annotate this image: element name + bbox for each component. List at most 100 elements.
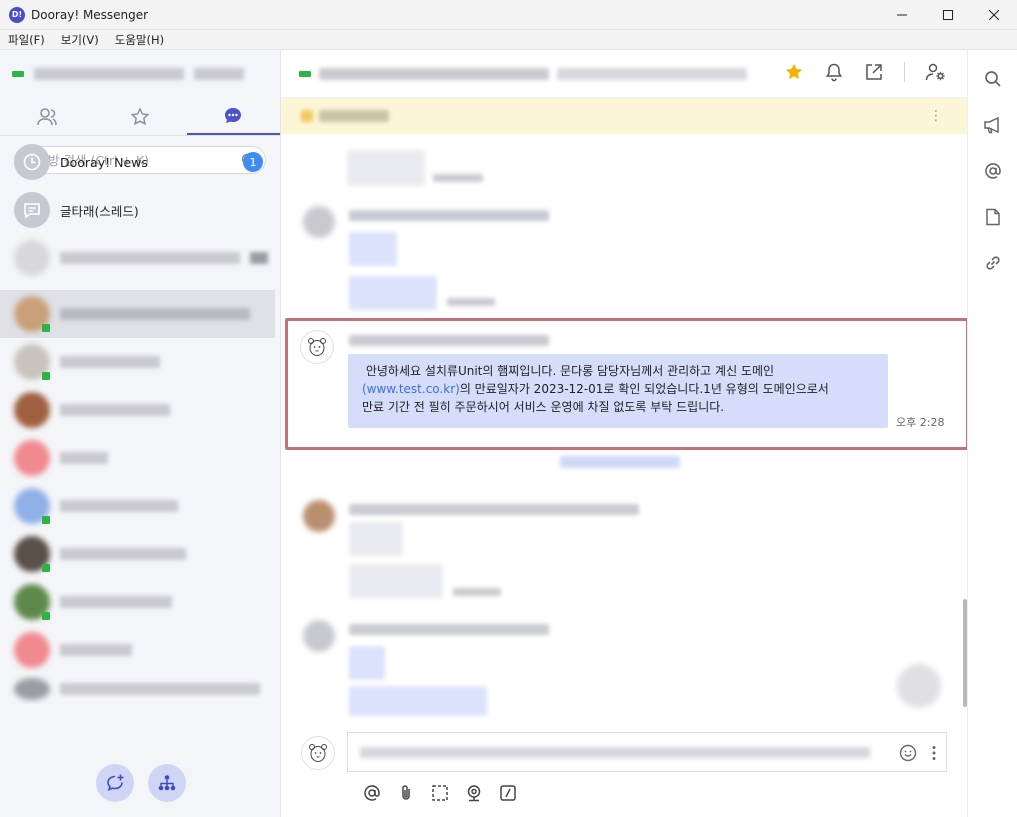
tab-chats[interactable]: [186, 98, 280, 135]
paperclip-icon: [402, 785, 410, 800]
video-call-button[interactable]: [463, 782, 485, 804]
header-divider: [904, 62, 905, 82]
message-time: 오후 2:28: [896, 416, 945, 429]
announcement-button[interactable]: [980, 112, 1006, 138]
menu-help[interactable]: 도움말(H): [115, 32, 164, 48]
thread-avatar: [14, 192, 50, 228]
conversation-meta-redacted: [250, 252, 268, 264]
screen-capture-button[interactable]: [429, 782, 451, 804]
conversation-name-redacted: [60, 404, 170, 416]
clock-icon: [23, 153, 41, 171]
member-settings-icon[interactable]: [925, 62, 947, 82]
menu-file[interactable]: 파일(F): [8, 32, 45, 48]
message-line-2: (www.test.co.kr)의 만료일자가 2023-12-01로 확인 되…: [362, 380, 874, 398]
avatar: [303, 500, 335, 532]
attach-button[interactable]: [395, 782, 417, 804]
avatar: [14, 440, 50, 476]
message-time-redacted: [453, 588, 501, 596]
message-line-1: 안녕하세요 설치류Unit의 햄찌입니다. 문다롱 담당자님께서 관리하고 계신…: [362, 362, 874, 380]
maximize-button[interactable]: [925, 0, 971, 30]
menu-view[interactable]: 보기(V): [61, 32, 99, 48]
conversation-redacted[interactable]: [0, 234, 281, 282]
online-indicator: [42, 612, 50, 620]
sender-name-redacted: [349, 624, 549, 635]
scroll-to-bottom-button[interactable]: [897, 664, 941, 708]
chat-subtitle-redacted: [557, 67, 747, 80]
window-title: Dooray! Messenger: [31, 7, 149, 22]
conversation-redacted[interactable]: [0, 530, 281, 578]
search-messages-button[interactable]: [980, 66, 1006, 92]
files-button[interactable]: [980, 204, 1006, 230]
mention-button[interactable]: [361, 782, 383, 804]
conversation-selected[interactable]: [0, 290, 275, 338]
star-outline-icon: [130, 106, 150, 125]
message-bubble: [347, 150, 425, 186]
conversation-redacted[interactable]: [0, 578, 281, 626]
chat-header: [281, 50, 967, 98]
capture-icon: [432, 785, 448, 801]
slash-command-button[interactable]: [497, 782, 519, 804]
avatar: [303, 206, 335, 238]
presence-indicator: [299, 70, 311, 77]
composer: [281, 724, 967, 817]
my-avatar: [301, 736, 335, 770]
conversation-redacted[interactable]: [0, 386, 281, 434]
avatar: [14, 632, 50, 668]
tab-members[interactable]: [0, 98, 93, 135]
more-vertical-icon[interactable]: [930, 743, 938, 763]
org-chart-button[interactable]: [147, 764, 186, 802]
conversation-threads[interactable]: 글타래(스레드): [0, 186, 281, 234]
emoji-icon[interactable]: [898, 743, 918, 763]
people-icon: [36, 107, 57, 125]
message-time-redacted: [447, 298, 495, 306]
conversation-redacted[interactable]: [0, 434, 281, 482]
sender-avatar: [300, 330, 334, 364]
message-text: 의 만료일자가 2023-12-01로 확인 되었습니다.1년 유형의 도메인으…: [459, 382, 829, 396]
conversation-name: 글타래(스레드): [60, 203, 139, 219]
unread-badge: 1: [243, 152, 263, 172]
conversation-redacted[interactable]: [0, 626, 281, 674]
notice-text-redacted: [319, 110, 389, 122]
links-button[interactable]: [980, 250, 1006, 276]
domain-link[interactable]: (www.test.co.kr): [362, 382, 460, 396]
new-chat-button[interactable]: [95, 764, 134, 802]
message-bubble: [349, 564, 443, 598]
conversation-name-redacted: [60, 644, 132, 656]
avatar: [303, 620, 335, 652]
message-input-box[interactable]: [347, 732, 947, 772]
megaphone-icon: [983, 116, 999, 134]
profile-header[interactable]: [0, 50, 280, 98]
conversation-name-redacted: [60, 452, 108, 464]
mentions-button[interactable]: [980, 158, 1006, 184]
pinned-notice[interactable]: ⋮: [281, 98, 967, 134]
star-filled-icon[interactable]: [784, 62, 804, 82]
bell-icon[interactable]: [824, 62, 844, 82]
more-vertical-icon[interactable]: ⋮: [929, 108, 943, 124]
conversation-dooray-news[interactable]: Dooray! News 1: [0, 138, 281, 186]
presence-indicator: [12, 71, 24, 77]
document-icon: [985, 208, 1000, 226]
popout-icon[interactable]: [864, 62, 884, 82]
at-sign-icon: [364, 785, 380, 801]
minimize-button[interactable]: [879, 0, 925, 30]
sender-name-redacted: [349, 504, 639, 515]
sidebar-tabs: [0, 98, 280, 136]
slash-command-icon: [500, 785, 516, 801]
online-indicator: [42, 516, 50, 524]
online-indicator: [42, 324, 50, 332]
sender-name-redacted: [349, 210, 549, 221]
composer-toolbar: [361, 782, 519, 804]
conversation-redacted[interactable]: [0, 338, 281, 386]
conversation-redacted[interactable]: [0, 674, 281, 704]
news-avatar: [14, 144, 50, 180]
conversation-redacted[interactable]: [0, 482, 281, 530]
conversation-name-redacted: [60, 596, 172, 608]
tab-favorites[interactable]: [93, 98, 186, 135]
online-indicator: [42, 564, 50, 572]
conversation-list: Dooray! News 1 글타래(스레드): [0, 138, 281, 704]
close-icon: [989, 10, 999, 20]
conversation-name-redacted: [60, 500, 178, 512]
close-button[interactable]: [971, 0, 1017, 30]
conversation-name-redacted: [60, 548, 186, 560]
message-bubble: [349, 646, 385, 680]
